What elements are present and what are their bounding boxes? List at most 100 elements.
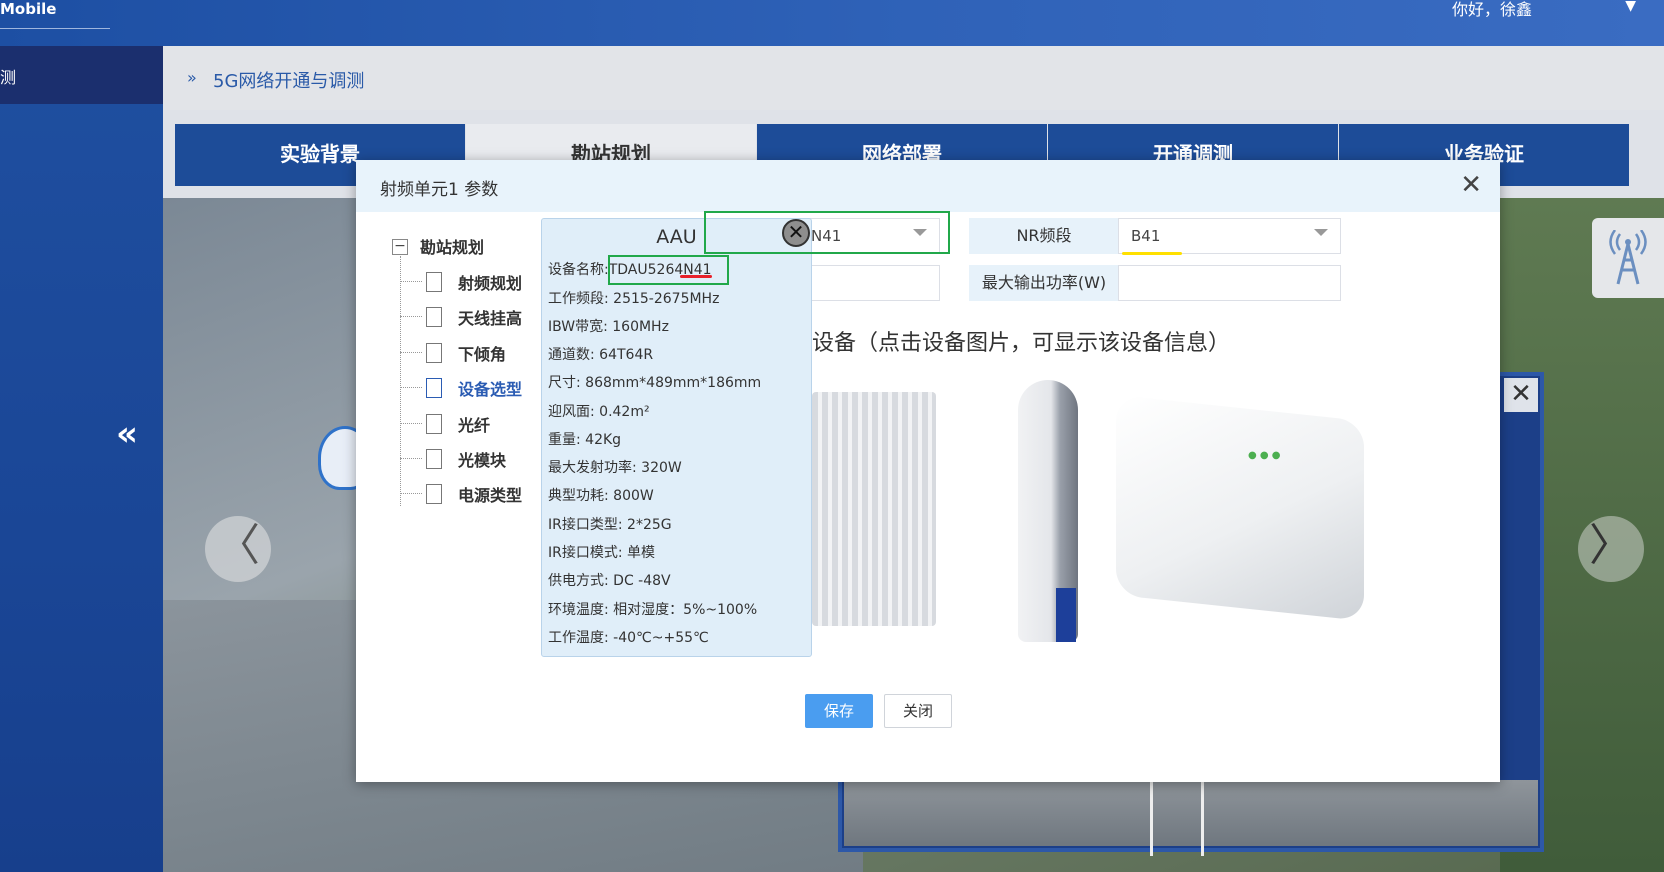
next-arrow-icon[interactable]: 〉 — [1578, 516, 1644, 582]
tree-item-label: 光模块 — [458, 451, 507, 470]
max-power-label: 最大输出功率(W) — [969, 265, 1119, 301]
popup-row-label: 通道数: — [548, 347, 595, 363]
brand-underline — [0, 28, 110, 29]
close-icon[interactable]: ✕ — [1460, 170, 1482, 200]
breadcrumb: » 5G网络开通与调测 — [163, 46, 1664, 110]
tree-connector — [400, 423, 422, 424]
close-icon[interactable]: ✕ — [782, 219, 810, 247]
document-icon — [426, 484, 442, 504]
chevron-down-icon[interactable]: ▼ — [1625, 0, 1636, 14]
popup-row-label: 迎风面: — [548, 404, 595, 420]
popup-row-value: 2515-2675MHz — [613, 291, 720, 307]
top-bar: Mobile 你好，徐鑫 ▼ — [0, 0, 1664, 46]
tree-item-label: 射频规划 — [458, 274, 523, 293]
popup-row-label: IR接口类型: — [548, 517, 623, 533]
popup-row-frequency: 工作频段: 2515-2675MHz — [548, 288, 719, 308]
document-icon — [426, 272, 442, 292]
tree-guide-line — [400, 256, 401, 506]
tree-item-label: 电源类型 — [458, 486, 523, 505]
popup-row-value: 800W — [613, 488, 654, 504]
popup-row-label: 工作频段: — [548, 291, 609, 307]
tree-item-label: 天线挂高 — [458, 309, 523, 328]
popup-row-label: 供电方式: — [548, 573, 609, 589]
breadcrumb-arrow-icon: » — [187, 68, 197, 87]
tree-connector — [400, 387, 422, 388]
popup-row-value: 320W — [641, 460, 682, 476]
sidebar-item-label: 测 — [0, 68, 17, 87]
tree-connector — [400, 281, 422, 282]
popup-row-label: 工作温度: — [548, 630, 609, 646]
dialog-header: 射频单元1 参数 ✕ — [356, 160, 1500, 212]
popup-row-value: 0.42m² — [599, 404, 650, 420]
brand-name: Mobile — [0, 0, 57, 18]
page-title: 5G网络开通与调测 — [213, 71, 365, 92]
nr-band-select[interactable]: B41 — [1118, 218, 1341, 254]
popup-row-work-temp: 工作温度: -40℃~+55℃ — [548, 627, 709, 647]
popup-row-label: 典型功耗: — [548, 488, 609, 504]
popup-row-value: 868mm*489mm*186mm — [585, 375, 762, 391]
sidebar-item-active[interactable]: 测 — [0, 46, 163, 104]
popup-row-label: 重量: — [548, 432, 581, 448]
highlight-box — [608, 255, 729, 285]
popup-row-value: DC -48V — [613, 573, 671, 589]
close-icon[interactable]: ✕ — [1504, 378, 1538, 412]
popup-row-ibw: IBW带宽: 160MHz — [548, 316, 669, 336]
document-icon — [426, 378, 442, 398]
dialog-title: 射频单元1 参数 — [380, 180, 499, 200]
highlight-box — [704, 211, 950, 254]
popup-row-ir-mode: IR接口模式: 单模 — [548, 542, 655, 562]
chevron-down-icon — [1314, 229, 1328, 236]
device-image-rru[interactable] — [1116, 394, 1364, 622]
signal-tower-button[interactable] — [1592, 218, 1664, 298]
popup-row-power-consumption: 典型功耗: 800W — [548, 485, 654, 505]
popup-row-value: 相对湿度：5%~100% — [613, 602, 758, 618]
popup-row-value: 单模 — [627, 545, 656, 561]
popup-row-label: IR接口模式: — [548, 545, 623, 561]
popup-row-label: 环境温度: — [548, 602, 609, 618]
tree-item-label: 光纤 — [458, 416, 491, 435]
tree-item-label: 下倾角 — [458, 345, 507, 364]
popup-row-wind-area: 迎风面: 0.42m² — [548, 401, 650, 421]
highlight-underline — [680, 275, 712, 278]
popup-row-power-supply: 供电方式: DC -48V — [548, 570, 671, 590]
popup-row-size: 尺寸: 868mm*489mm*186mm — [548, 372, 761, 392]
popup-row-label: 设备名称: — [548, 262, 609, 278]
tree-connector — [400, 458, 422, 459]
document-icon — [426, 343, 442, 363]
previous-arrow-icon[interactable]: 〈 — [205, 516, 271, 582]
tree-connector — [400, 493, 422, 494]
tree-root-label: 勘站规划 — [420, 238, 485, 257]
led-indicators: ● ● ● — [1248, 450, 1281, 461]
popup-row-label: 最大发射功率: — [548, 460, 637, 476]
document-icon — [426, 414, 442, 434]
signal-tower-icon — [1609, 230, 1647, 285]
user-greeting[interactable]: 你好，徐鑫 — [1452, 0, 1532, 20]
document-icon — [426, 307, 442, 327]
tree-connector — [400, 352, 422, 353]
device-image-aau[interactable] — [812, 392, 936, 626]
popup-row-label: 尺寸: — [548, 375, 581, 391]
popup-row-value: 160MHz — [612, 319, 669, 335]
popup-row-value: 42Kg — [585, 432, 622, 448]
antenna-connector — [1056, 588, 1076, 642]
tree-item-label: 设备选型 — [458, 380, 523, 399]
popup-row-value: 64T64R — [599, 347, 654, 363]
popup-row-value: -40℃~+55℃ — [613, 630, 709, 646]
collapse-icon[interactable]: − — [392, 239, 408, 255]
popup-row-ir-type: IR接口类型: 2*25G — [548, 514, 672, 534]
highlight-underline — [1122, 252, 1182, 255]
collapse-sidebar-icon[interactable]: « — [116, 414, 138, 454]
popup-row-channels: 通道数: 64T64R — [548, 344, 653, 364]
max-power-input[interactable] — [1118, 265, 1341, 301]
nr-band-label: NR频段 — [969, 218, 1119, 254]
popup-row-value: 2*25G — [627, 517, 672, 533]
close-button[interactable]: 关闭 — [884, 694, 952, 728]
popup-row-env-temp: 环境温度: 相对湿度：5%~100% — [548, 599, 757, 619]
tree-connector — [400, 316, 422, 317]
document-icon — [426, 449, 442, 469]
popup-row-weight: 重量: 42Kg — [548, 429, 621, 449]
save-button[interactable]: 保存 — [805, 694, 873, 728]
sidebar — [0, 46, 163, 872]
nr-band-value: B41 — [1131, 227, 1161, 245]
popup-row-max-tx-power: 最大发射功率: 320W — [548, 457, 682, 477]
